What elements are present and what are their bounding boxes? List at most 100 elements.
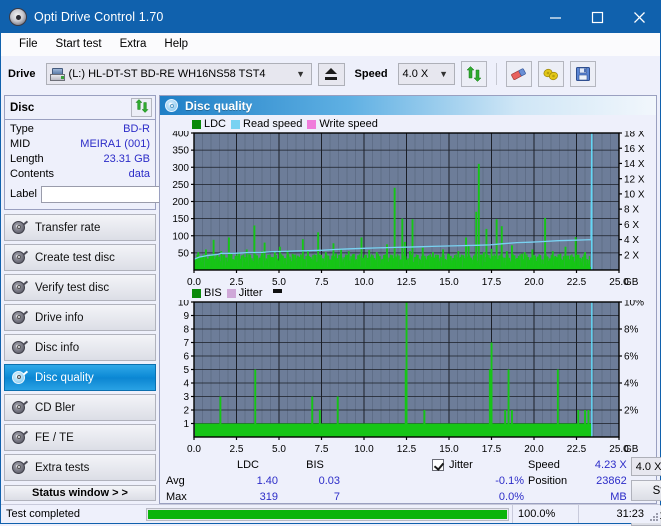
- window-controls: [534, 1, 660, 33]
- drive-select[interactable]: (L:) HL-DT-ST BD-RE WH16NS58 TST4 ▼: [45, 63, 312, 85]
- svg-text:7.5: 7.5: [315, 444, 329, 453]
- sidebar-item-create-test-disc[interactable]: Create test disc: [4, 244, 156, 271]
- title-bar: Opti Drive Control 1.70: [1, 1, 660, 33]
- disc-quality-panel: Disc quality LDC Read speed Write speed …: [159, 95, 661, 526]
- minimize-icon[interactable]: [534, 1, 576, 33]
- position-stat-value: 23862 MB: [596, 475, 627, 503]
- sidebar-nav: Transfer rate Create test disc Verify te…: [4, 214, 156, 481]
- sidebar-item-disc-quality[interactable]: Disc quality: [4, 364, 156, 391]
- sidebar-item-cd-bler[interactable]: CD Bler: [4, 394, 156, 421]
- resize-grip-icon[interactable]: [647, 510, 658, 521]
- refresh-icon: [134, 99, 149, 116]
- speed-label: Speed: [354, 68, 388, 80]
- sidebar-item-label: Verify test disc: [35, 281, 110, 294]
- disc-mid-value: MEIRA1 (001): [80, 138, 150, 150]
- chevron-down-icon: ▼: [439, 69, 448, 79]
- svg-text:22.5: 22.5: [567, 444, 587, 453]
- status-message: Test completed: [6, 508, 80, 520]
- sidebar-item-label: Disc info: [35, 341, 80, 354]
- maximize-icon[interactable]: [576, 1, 618, 33]
- panel-title: Disc quality: [185, 98, 253, 113]
- legend-swatch-ldc: [192, 119, 201, 129]
- test-speed-select[interactable]: 4.0 X ▼: [630, 457, 661, 476]
- stats-header-bis: BIS: [306, 459, 324, 471]
- legend-item-ldc: LDC: [192, 118, 226, 130]
- charts-area: LDC Read speed Write speed 50 100 150 20…: [160, 115, 656, 453]
- sidebar-item-drive-info[interactable]: Drive info: [4, 304, 156, 331]
- menu-start-test[interactable]: Start test: [47, 36, 111, 52]
- sidebar: Disc Type BD-R MID MEIRA1 (001) Length 2…: [1, 92, 244, 504]
- disc-type-value: BD-R: [123, 123, 150, 135]
- svg-text:20.0: 20.0: [524, 277, 544, 286]
- eject-button[interactable]: [317, 62, 345, 86]
- disc-length-label: Length: [10, 153, 44, 165]
- menu-extra[interactable]: Extra: [111, 36, 156, 52]
- svg-text:7.5: 7.5: [315, 277, 329, 286]
- sidebar-item-label: Drive info: [35, 311, 84, 324]
- speed-stat-value: 4.23 X: [594, 459, 627, 471]
- svg-text:15.0: 15.0: [439, 277, 459, 286]
- jitter-max-value: 0.0%: [498, 491, 524, 503]
- refresh-button[interactable]: [460, 61, 487, 87]
- sidebar-item-transfer-rate[interactable]: Transfer rate: [4, 214, 156, 241]
- svg-text:2.5: 2.5: [230, 444, 244, 453]
- start-full-button[interactable]: Start full: [630, 480, 661, 501]
- svg-text:22.5: 22.5: [567, 277, 587, 286]
- svg-text:8 X: 8 X: [624, 205, 639, 216]
- sidebar-item-label: Transfer rate: [35, 221, 101, 234]
- jitter-checkbox[interactable]: [432, 459, 444, 471]
- svg-text:15.0: 15.0: [439, 444, 459, 453]
- svg-text:4 X: 4 X: [624, 235, 639, 246]
- status-window-button[interactable]: Status window > >: [4, 485, 156, 501]
- menu-file[interactable]: File: [10, 36, 47, 52]
- disc-contents-value: data: [128, 168, 150, 180]
- ldc-chart-svg: 50 100 150 200 250 300 350 400 2 X 4 X 6 X 8 X 10 X 1…: [172, 131, 645, 286]
- window-title: Opti Drive Control 1.70: [34, 10, 164, 24]
- svg-text:1: 1: [183, 419, 189, 430]
- stats-row-label-max: Max: [166, 491, 187, 503]
- jitter-toggle[interactable]: Jitter: [416, 457, 528, 473]
- speed-select[interactable]: 4.0 X ▼: [397, 63, 455, 85]
- sidebar-item-fe-te[interactable]: FE / TE: [4, 424, 156, 451]
- save-button[interactable]: [569, 61, 596, 87]
- svg-text:4: 4: [183, 379, 189, 390]
- disc-refresh-button[interactable]: [131, 98, 152, 117]
- disc-type-label: Type: [10, 123, 34, 135]
- menu-help[interactable]: Help: [155, 36, 197, 52]
- extra-tools-button[interactable]: [537, 61, 564, 87]
- sidebar-item-label: Extra tests: [35, 461, 90, 474]
- stats-avg-ldc: 1.40: [256, 475, 278, 487]
- sidebar-item-disc-info[interactable]: Disc info: [4, 334, 156, 361]
- sidebar-item-extra-tests[interactable]: Extra tests: [4, 454, 156, 481]
- legend-label-ldc: LDC: [204, 118, 227, 130]
- test-speed-value: 4.0 X: [635, 460, 661, 473]
- progress-bar: [143, 505, 512, 523]
- drive-toolbar: Drive (L:) HL-DT-ST BD-RE WH16NS58 TST4 …: [1, 56, 660, 92]
- chevron-down-icon: ▼: [296, 69, 305, 79]
- bis-chart-svg: 1 2 3 4 5 6 7 8 9 10 2% 4% 6% 8% 10% 0.0 2.5 5.0 7.5 10.0 12…: [178, 300, 644, 453]
- disc-row-length: Length 23.31 GB: [10, 152, 150, 167]
- erase-button[interactable]: [505, 61, 532, 87]
- svg-text:12.5: 12.5: [397, 277, 417, 286]
- legend-scroll-marker: [272, 288, 282, 293]
- sidebar-item-verify-test-disc[interactable]: Verify test disc: [4, 274, 156, 301]
- svg-text:10 X: 10 X: [624, 189, 645, 200]
- panel-header: Disc quality: [160, 96, 656, 115]
- menu-bar: File Start test Extra Help: [1, 33, 660, 56]
- disc-row-mid: MID MEIRA1 (001): [10, 137, 150, 152]
- legend-swatch-jitter: [226, 288, 236, 298]
- svg-text:200: 200: [172, 197, 189, 208]
- main-panel: Disc quality LDC Read speed Write speed …: [159, 92, 661, 526]
- toolbar-divider: [495, 63, 497, 85]
- svg-text:150: 150: [172, 214, 189, 225]
- svg-text:300: 300: [172, 163, 189, 174]
- ldc-chart-legend: LDC Read speed Write speed: [164, 117, 652, 131]
- svg-text:2: 2: [183, 406, 189, 417]
- close-icon[interactable]: [618, 1, 660, 33]
- svg-text:4%: 4%: [624, 379, 639, 390]
- progress-fill: [148, 509, 507, 519]
- stats-header-ldc: LDC: [236, 459, 259, 471]
- app-disc-icon: [9, 8, 27, 26]
- legend-item-jitter: Jitter: [226, 287, 263, 299]
- svg-text:5.0: 5.0: [272, 277, 286, 286]
